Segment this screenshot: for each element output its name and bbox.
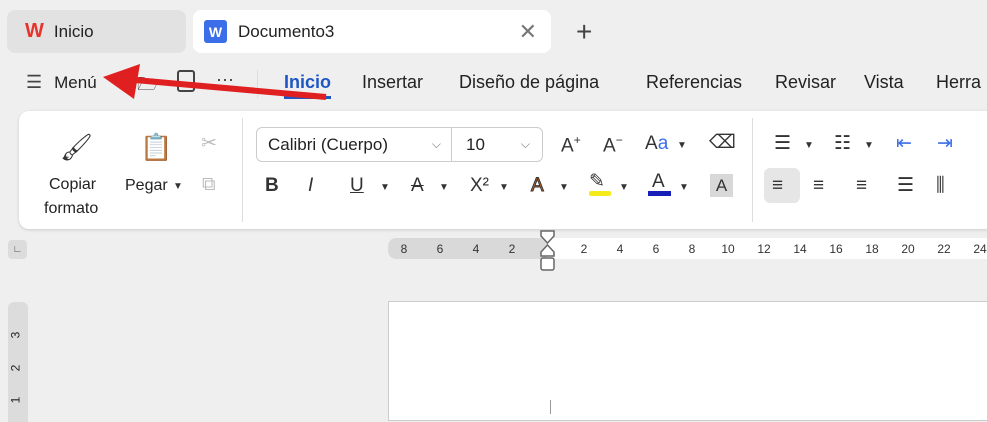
ruler-tick: 2 [580, 242, 588, 256]
grow-font-icon[interactable]: A+ [561, 134, 581, 155]
superscript-icon[interactable]: X² [470, 176, 489, 195]
decrease-indent-icon[interactable]: ⇤ [896, 134, 912, 153]
underline-icon[interactable]: U [350, 176, 364, 195]
tab-ribbon-herramientas[interactable]: Herra [936, 72, 981, 93]
distributed-icon[interactable]: ⫼ [936, 176, 945, 195]
paste-icon[interactable]: 📋 [140, 134, 172, 160]
tab-ribbon-referencias[interactable]: Referencias [646, 72, 742, 93]
tab-ribbon-insertar[interactable]: Insertar [362, 72, 423, 93]
tab-documento3[interactable]: W Documento3 ✕ [193, 10, 551, 53]
word-doc-icon: W [204, 20, 227, 43]
copy-icon[interactable]: ⧉ [202, 175, 216, 194]
tab-ribbon-inicio[interactable]: Inicio [284, 72, 332, 99]
italic-icon[interactable]: I [308, 176, 313, 195]
close-tab-icon[interactable]: ✕ [519, 19, 537, 45]
change-case-dropdown-icon[interactable]: ▼ [677, 140, 687, 151]
new-tab-button[interactable]: + [576, 16, 592, 48]
ruler-tick: 16 [829, 242, 843, 256]
tab-ribbon-diseno[interactable]: Diseño de página [459, 72, 599, 93]
highlight-color-swatch [589, 191, 611, 196]
font-name-select[interactable]: Calibri (Cuerpo) ⌵ [256, 127, 452, 162]
ruler-tick: 4 [472, 242, 480, 256]
shrink-font-icon[interactable]: A− [603, 134, 623, 155]
strikethrough-icon[interactable]: A [411, 176, 424, 195]
format-painter-label-1[interactable]: Copiar [49, 176, 96, 194]
tab-label: Documento3 [238, 21, 335, 41]
chevron-down-icon: ⌵ [520, 137, 530, 151]
highlighter-dropdown-icon[interactable]: ▼ [619, 182, 629, 193]
tab-inicio[interactable]: W Inicio [7, 10, 186, 53]
ruler-tick: 2 [8, 364, 23, 372]
highlighter-icon[interactable]: ✎ [589, 172, 605, 191]
font-size-value: 10 [466, 134, 485, 154]
bullets-icon[interactable]: ☰ [774, 134, 791, 153]
align-left-icon[interactable]: ≡ [772, 176, 783, 195]
ruler-tick: 2 [508, 242, 516, 256]
superscript-dropdown-icon[interactable]: ▼ [499, 182, 509, 193]
justify-icon[interactable]: ☰ [897, 176, 914, 195]
open-folder-icon[interactable]: 🗁 [137, 72, 159, 102]
character-shading-icon[interactable]: A [710, 174, 733, 197]
font-name-value: Calibri (Cuerpo) [268, 134, 388, 154]
ruler-tick: 14 [793, 242, 807, 256]
bold-icon[interactable]: B [265, 176, 279, 195]
numbering-icon[interactable]: ☷ [834, 134, 851, 153]
wps-logo-icon: W [25, 20, 44, 42]
ruler-tick: 1 [8, 396, 23, 404]
menu-button[interactable]: ☰ Menú [26, 72, 97, 93]
tab-ribbon-revisar[interactable]: Revisar [775, 72, 836, 93]
ruler-tick: 24 [973, 242, 987, 256]
change-case-icon[interactable]: Aa [645, 134, 668, 153]
format-painter-icon[interactable]: 🖌 [60, 134, 93, 160]
ruler-tick: 8 [400, 242, 408, 256]
cut-icon[interactable]: ✂ [201, 134, 217, 153]
ruler-tick: 3 [8, 331, 23, 339]
strikethrough-dropdown-icon[interactable]: ▼ [439, 182, 449, 193]
chevron-down-icon: ⌵ [431, 137, 441, 151]
align-right-icon[interactable]: ≡ [856, 176, 867, 195]
font-color-icon[interactable]: A [652, 172, 665, 191]
numbering-dropdown-icon[interactable]: ▼ [864, 140, 874, 151]
ruler-tick: 10 [721, 242, 735, 256]
ruler-tick: 12 [757, 242, 771, 256]
divider [257, 70, 258, 98]
indent-marker-handle[interactable] [539, 229, 556, 274]
ruler-tick: 4 [616, 242, 624, 256]
save-icon[interactable] [177, 70, 195, 92]
increase-indent-icon[interactable]: ⇥ [937, 134, 953, 153]
format-painter-label-2[interactable]: formato [44, 200, 98, 218]
document-page[interactable] [388, 301, 987, 421]
ruler-tick: 8 [688, 242, 696, 256]
ruler-tick: 6 [436, 242, 444, 256]
paste-button[interactable]: Pegar [125, 177, 168, 195]
ruler-tick: 22 [937, 242, 951, 256]
font-color-swatch [648, 191, 671, 196]
align-center-icon[interactable]: ≡ [813, 176, 824, 195]
ruler-tick: 6 [652, 242, 660, 256]
font-color-dropdown-icon[interactable]: ▼ [679, 182, 689, 193]
ruler-tick: 18 [865, 242, 879, 256]
ruler-tick: 20 [901, 242, 915, 256]
eraser-icon[interactable]: ⌫ [709, 133, 736, 152]
text-effect-dropdown-icon[interactable]: ▼ [559, 182, 569, 193]
tab-label: Inicio [53, 21, 94, 41]
menu-label: Menú [54, 72, 97, 92]
divider [752, 118, 753, 222]
tab-stop-selector[interactable]: ∟ [8, 240, 27, 259]
more-icon[interactable]: ⋯ [216, 70, 234, 91]
font-size-select[interactable]: 10 ⌵ [451, 127, 543, 162]
text-cursor [550, 400, 551, 414]
paste-dropdown-icon[interactable]: ▼ [173, 181, 183, 192]
divider [242, 118, 243, 222]
tab-ribbon-vista[interactable]: Vista [864, 72, 904, 93]
hamburger-icon: ☰ [26, 72, 43, 92]
vertical-ruler[interactable] [8, 302, 28, 422]
underline-dropdown-icon[interactable]: ▼ [380, 182, 390, 193]
text-effect-icon[interactable]: A [531, 176, 545, 196]
bullets-dropdown-icon[interactable]: ▼ [804, 140, 814, 151]
